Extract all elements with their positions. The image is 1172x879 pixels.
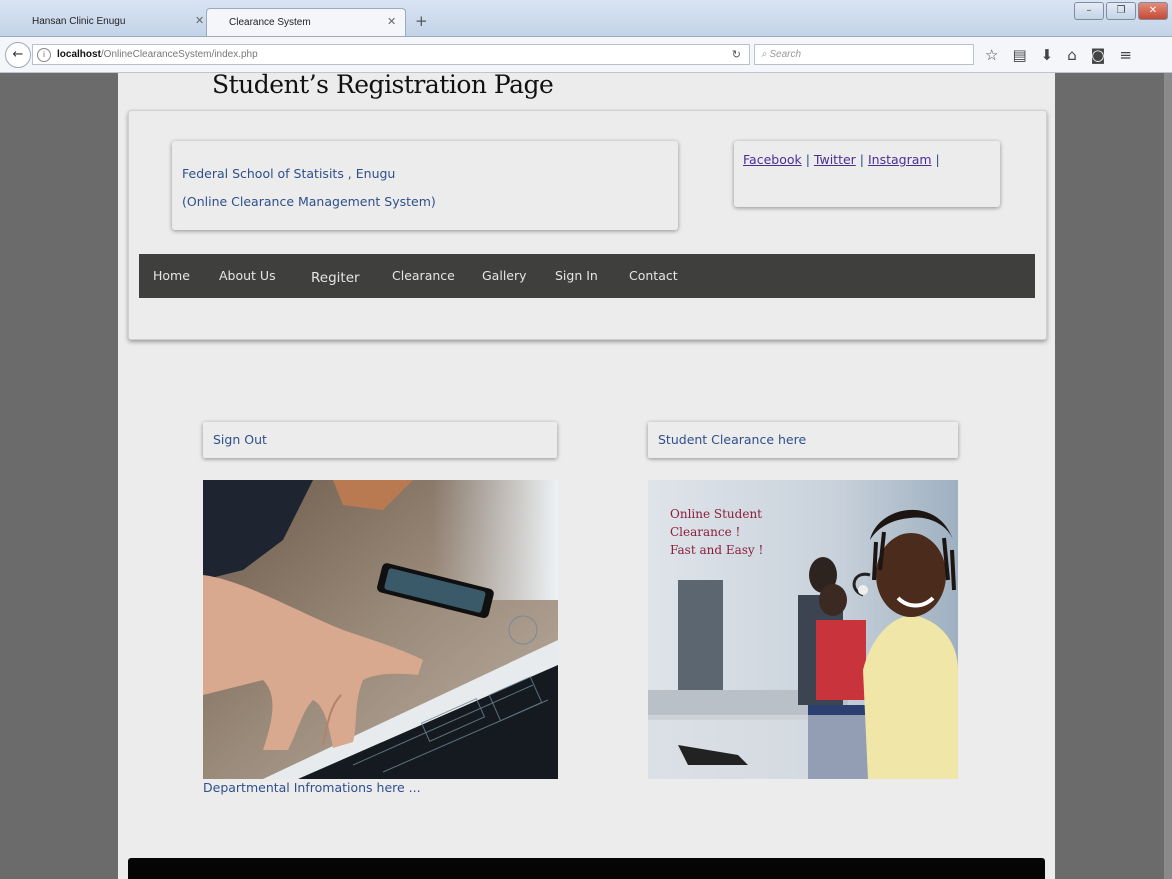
social-links-box: Facebook | Twitter | Instagram | xyxy=(734,141,1000,207)
reading-list-icon[interactable]: ▤ xyxy=(1012,46,1026,64)
new-tab-icon[interactable]: + xyxy=(415,12,428,30)
minimize-icon[interactable]: – xyxy=(1074,2,1104,20)
nav-gallery[interactable]: Gallery xyxy=(482,268,527,283)
system-name: (Online Clearance Management System) xyxy=(182,194,436,209)
bookmark-star-icon[interactable]: ☆ xyxy=(985,46,998,64)
close-tab-icon[interactable]: ✕ xyxy=(387,15,396,28)
nav-about-us[interactable]: About Us xyxy=(219,268,276,283)
nav-register[interactable]: Regiter xyxy=(311,270,360,286)
tab-label: Clearance System xyxy=(229,17,311,28)
site-footer xyxy=(128,858,1045,879)
sign-out-label: Sign Out xyxy=(213,432,267,447)
menu-icon[interactable]: ≡ xyxy=(1119,46,1132,64)
school-info-box: Federal School of Statisits , Enugu (Onl… xyxy=(172,141,678,230)
nav-sign-in[interactable]: Sign In xyxy=(555,268,598,283)
sign-out-button[interactable]: Sign Out xyxy=(203,422,557,458)
browser-nav-bar: ← i localhost/OnlineClearanceSystem/inde… xyxy=(0,37,1172,73)
browser-tab-bar: Hansan Clinic Enugu ✕ Clearance System ✕… xyxy=(0,0,1172,37)
close-window-icon[interactable]: ✕ xyxy=(1138,2,1168,20)
reload-icon[interactable]: ↻ xyxy=(732,48,741,61)
school-name: Federal School of Statisits , Enugu xyxy=(182,166,396,181)
address-bar[interactable]: i localhost/OnlineClearanceSystem/index.… xyxy=(32,44,750,65)
info-icon[interactable]: i xyxy=(37,48,51,62)
facebook-link[interactable]: Facebook xyxy=(743,152,802,167)
student-clearance-button[interactable]: Student Clearance here xyxy=(648,422,958,458)
tab-clearance-system[interactable]: Clearance System ✕ xyxy=(206,8,406,36)
page-caption: Student’s Registration Page xyxy=(212,70,554,99)
close-tab-icon[interactable]: ✕ xyxy=(195,14,204,27)
page-scrollbar[interactable] xyxy=(1164,73,1172,879)
download-icon[interactable]: ⬇ xyxy=(1041,46,1054,64)
tablet-hand-image xyxy=(203,480,558,779)
main-nav-menu: Home About Us Regiter Clearance Gallery … xyxy=(139,254,1035,298)
student-clearance-label: Student Clearance here xyxy=(658,432,807,447)
twitter-link[interactable]: Twitter xyxy=(814,152,856,167)
search-placeholder: Search xyxy=(769,49,802,60)
nav-home[interactable]: Home xyxy=(153,268,190,283)
tab-hansan-clinic[interactable]: Hansan Clinic Enugu ✕ xyxy=(10,8,205,36)
home-icon[interactable]: ⌂ xyxy=(1067,46,1077,64)
restore-icon[interactable]: ❐ xyxy=(1106,2,1136,20)
tab-label: Hansan Clinic Enugu xyxy=(32,16,126,27)
nav-clearance[interactable]: Clearance xyxy=(392,268,455,283)
nav-contact[interactable]: Contact xyxy=(629,268,678,283)
pocket-icon[interactable]: ◙ xyxy=(1091,46,1106,64)
url-text: localhost/OnlineClearanceSystem/index.ph… xyxy=(57,49,258,60)
call-center-image: Online Student Clearance ! Fast and Easy… xyxy=(648,480,958,779)
instagram-link[interactable]: Instagram xyxy=(868,152,932,167)
back-arrow-icon[interactable]: ← xyxy=(5,42,31,68)
search-input[interactable]: ⌕ Search xyxy=(754,44,974,65)
toolbar-icons: ☆ ▤ ⬇ ⌂ ◙ ≡ xyxy=(985,46,1132,64)
departmental-info-text: Departmental Infromations here ... xyxy=(203,780,421,795)
window-controls: – ❐ ✕ xyxy=(1074,2,1168,20)
